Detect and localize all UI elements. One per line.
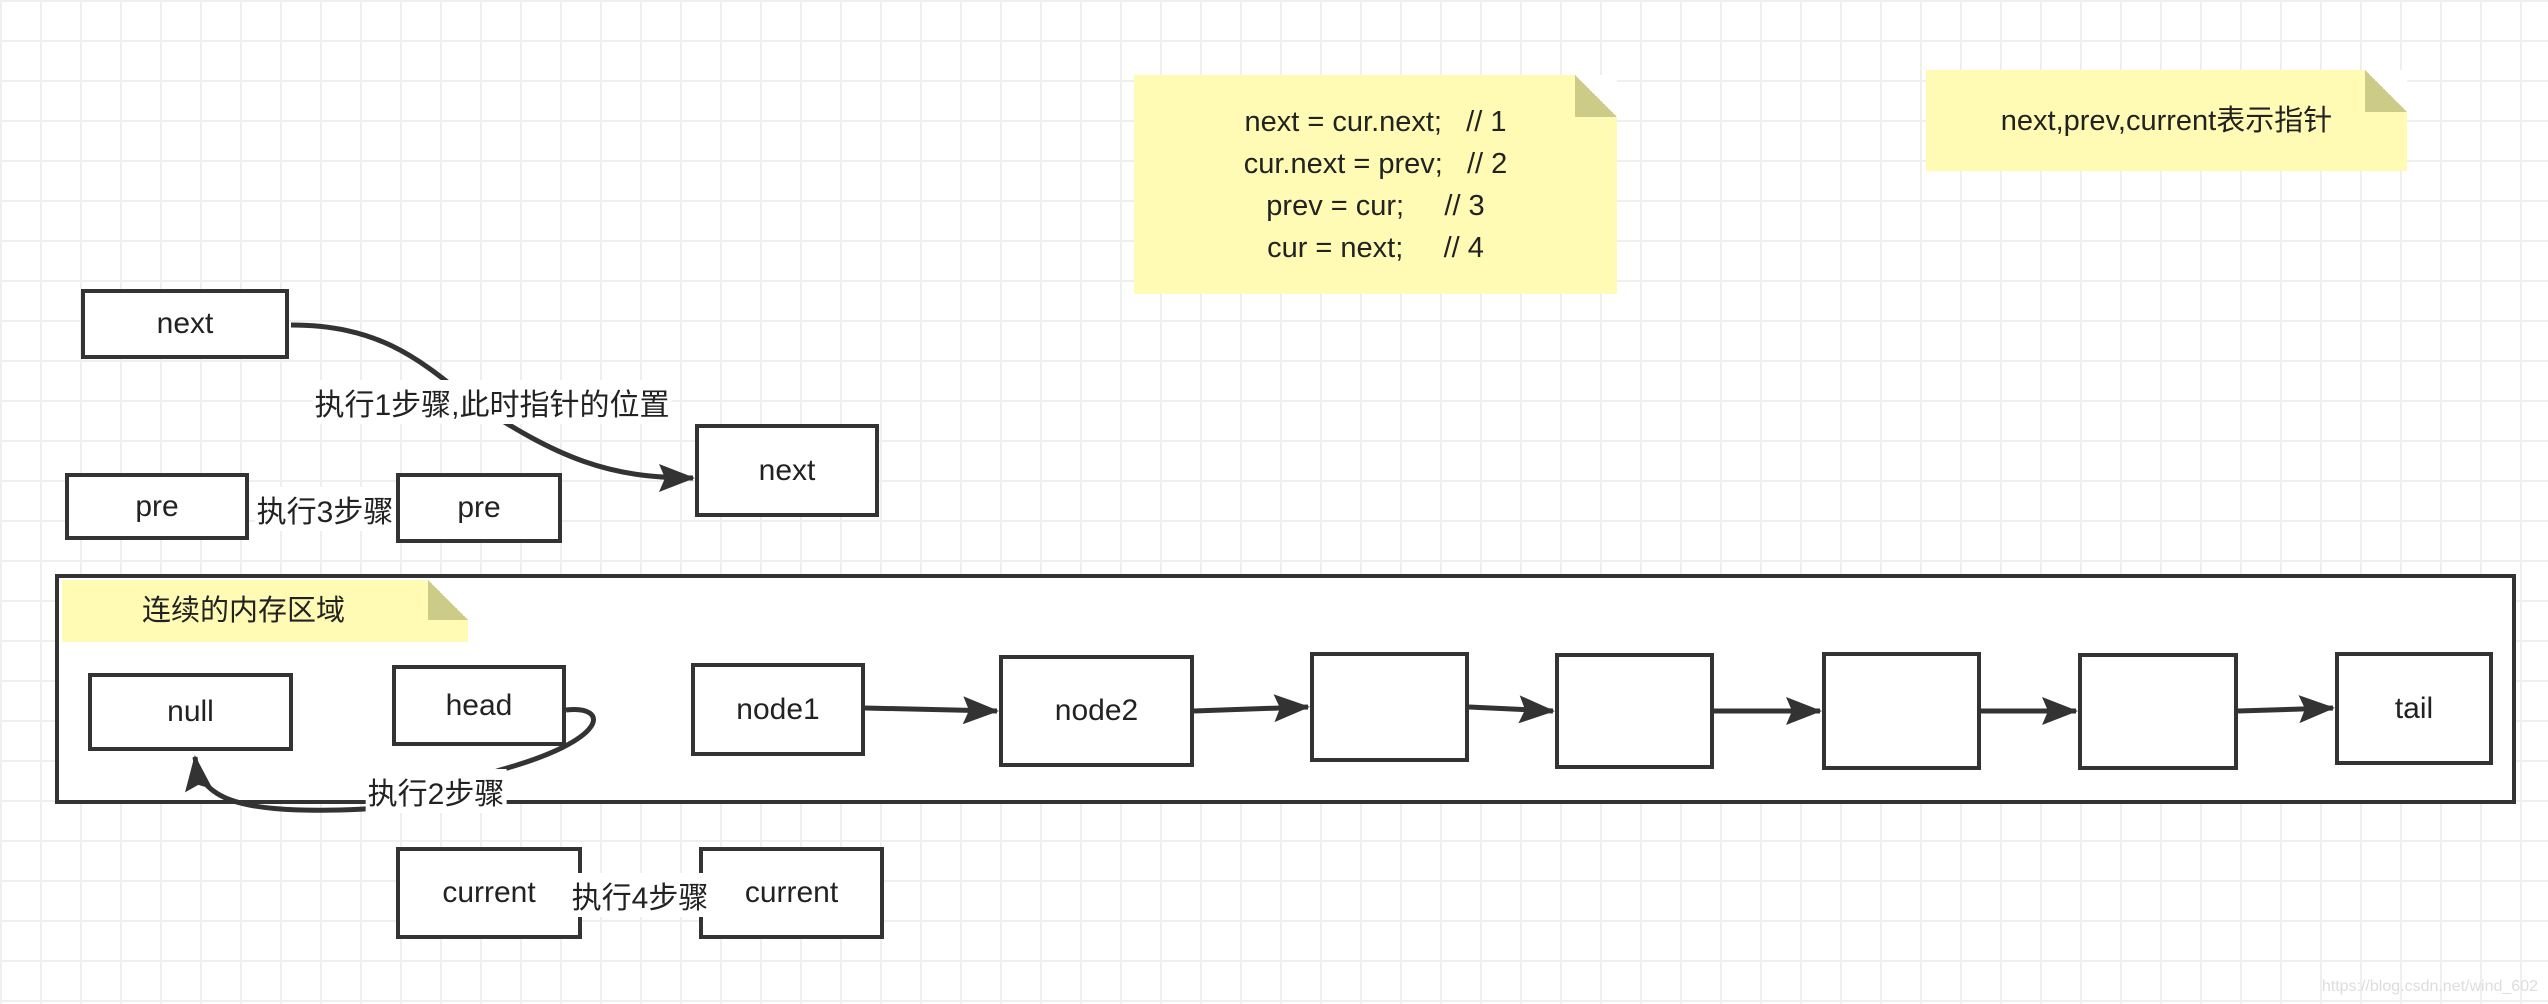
current-box-before: current xyxy=(396,847,582,939)
node-empty-2 xyxy=(1555,653,1714,769)
node2: node2 xyxy=(999,655,1194,767)
step1-label: 执行1步骤,此时指针的位置 xyxy=(312,380,672,424)
box-label: head xyxy=(445,688,513,722)
code-line-1: next = cur.next; // 1 xyxy=(1244,105,1507,138)
box-label: pre xyxy=(457,491,501,524)
box-label: next xyxy=(156,307,214,340)
code-line-3: prev = cur; // 3 xyxy=(1266,189,1485,222)
box-label: current xyxy=(744,876,839,909)
arrow-node1-node2 xyxy=(864,696,999,725)
step2-label: 执行2步骤 xyxy=(365,769,507,813)
legend-note: next,prev,current表示指针 xyxy=(1926,70,2407,171)
code-note: next = cur.next; // 1 cur.next = prev; /… xyxy=(1134,75,1617,294)
tail-node: tail xyxy=(2335,652,2493,765)
arrow-node2-n3 xyxy=(1193,694,1310,723)
box-label: next xyxy=(758,453,816,487)
current-box-after: current xyxy=(699,847,884,939)
node-empty-4 xyxy=(2078,653,2238,770)
box-label: current xyxy=(442,876,536,909)
head-node: head xyxy=(392,665,566,746)
node-empty-3 xyxy=(1822,652,1981,770)
arrow-n6-tail xyxy=(2237,695,2335,724)
next-box-after: next xyxy=(695,424,879,517)
box-label: tail xyxy=(2394,691,2434,725)
legend-text: next,prev,current表示指针 xyxy=(2000,104,2333,137)
pre-box-after: pre xyxy=(396,473,562,543)
box-label: node2 xyxy=(1054,694,1139,727)
box-label: pre xyxy=(135,489,179,523)
watermark: https://blog.csdn.net/wind_602 xyxy=(2321,978,2538,995)
arrow-n3-n4 xyxy=(1468,695,1555,724)
node-empty-1 xyxy=(1310,652,1469,762)
step4-label: 执行4步骤 xyxy=(569,873,711,917)
pre-box-before: pre xyxy=(65,473,249,540)
node1: node1 xyxy=(691,663,865,756)
code-line-2: cur.next = prev; // 2 xyxy=(1243,147,1508,180)
null-node: null xyxy=(88,673,293,751)
box-label: null xyxy=(167,695,214,728)
step3-label: 执行3步骤 xyxy=(254,487,396,531)
code-line-4: cur = next; // 4 xyxy=(1267,231,1484,264)
next-box-before: next xyxy=(81,289,289,359)
box-label: node1 xyxy=(736,692,820,726)
